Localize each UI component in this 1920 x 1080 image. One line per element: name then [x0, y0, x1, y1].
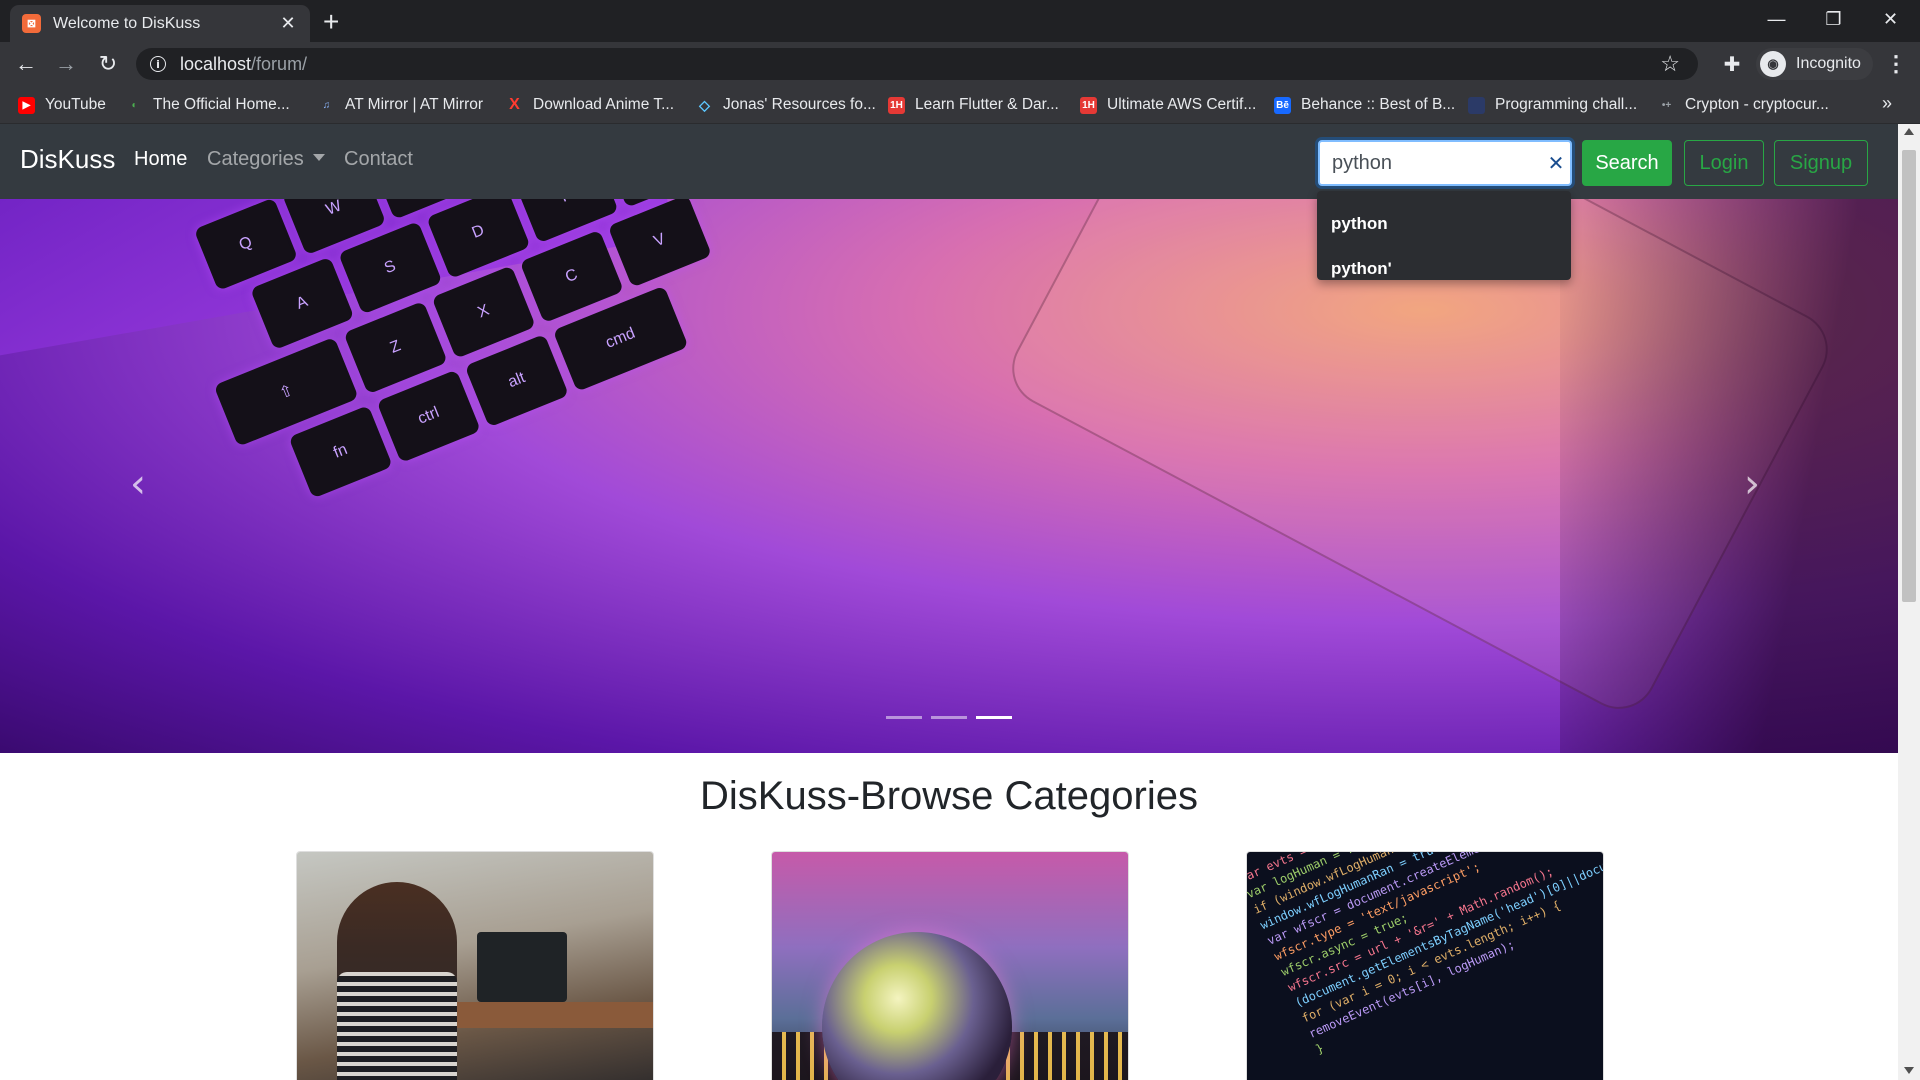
- new-tab-plus-icon[interactable]: +: [323, 6, 339, 38]
- incognito-profile-button[interactable]: ◉ Incognito: [1756, 48, 1873, 80]
- page-viewport: DisKuss Home Categories Contact python ✕…: [0, 124, 1920, 1080]
- carousel-next-icon[interactable]: ›: [1744, 461, 1760, 507]
- bookmark-crypton[interactable]: •+ Crypton - cryptocur...: [1658, 94, 1829, 116]
- bookmark-download-anime[interactable]: X Download Anime T...: [506, 94, 674, 116]
- suggestion-item[interactable]: python: [1317, 201, 1571, 246]
- category-image-code-screen: var evts = "contextmenu dblclick drag dr…: [1247, 852, 1603, 1080]
- table-figure: [457, 1002, 653, 1028]
- tab-close-icon[interactable]: ✕: [278, 13, 298, 34]
- 1h-icon: 1H: [1080, 96, 1097, 114]
- search-input-value: python: [1332, 151, 1393, 174]
- search-input[interactable]: python ✕: [1318, 140, 1572, 186]
- category-card-2[interactable]: [771, 851, 1129, 1080]
- carousel-prev-icon[interactable]: ‹: [130, 461, 146, 507]
- browser-tabstrip: ⊠ Welcome to DisKuss ✕ + — ❐ ✕: [0, 0, 1920, 42]
- info-icon[interactable]: i: [150, 56, 166, 72]
- bookmark-aws-certif[interactable]: 1H Ultimate AWS Certif...: [1080, 94, 1256, 116]
- laptop-keyboard-image: Q W E R T A S D F G ⇧ Z X C V fn ctrl al…: [60, 199, 1104, 738]
- bookmark-label: YouTube: [45, 96, 106, 113]
- restore-icon[interactable]: ❐: [1805, 0, 1862, 38]
- scroll-down-arrow-icon[interactable]: [1904, 1067, 1914, 1074]
- bookmark-label: Crypton - cryptocur...: [1685, 96, 1829, 113]
- bookmark-official-home[interactable]: ◐ The Official Home...: [126, 94, 290, 116]
- diamond-icon: ◇: [699, 96, 710, 113]
- address-bar[interactable]: i localhost/forum/ ☆: [136, 48, 1698, 80]
- bookmark-label: Learn Flutter & Dar...: [915, 96, 1059, 113]
- code-text-image: var evts = "contextmenu dblclick drag dr…: [1247, 852, 1603, 1057]
- category-card-1[interactable]: [296, 851, 654, 1080]
- key: V: [607, 199, 713, 288]
- striped-sweater: [337, 972, 457, 1080]
- 1h-icon: 1H: [888, 96, 905, 114]
- carousel-indicator-1[interactable]: [886, 716, 922, 719]
- nav-home[interactable]: Home: [134, 148, 187, 171]
- bookmark-learn-flutter[interactable]: 1H Learn Flutter & Dar...: [888, 94, 1059, 116]
- carousel-indicator-2[interactable]: [931, 716, 967, 719]
- xampp-favicon-icon: ⊠: [22, 14, 41, 33]
- back-arrow-icon[interactable]: ←: [10, 48, 42, 80]
- site-brand[interactable]: DisKuss: [20, 144, 115, 175]
- suggestion-item[interactable]: python': [1317, 246, 1571, 291]
- crypton-icon: •+: [1661, 99, 1672, 111]
- crystal-sphere: [822, 932, 1012, 1080]
- bookmark-label: Download Anime T...: [533, 96, 675, 113]
- url-path: /forum/: [251, 53, 308, 74]
- search-suggestions-dropdown: python python': [1317, 191, 1571, 280]
- clear-search-icon[interactable]: ✕: [1542, 151, 1570, 175]
- nav-categories-label: Categories: [207, 148, 304, 170]
- bookmark-jonas-resources[interactable]: ◇ Jonas' Resources fo...: [696, 94, 876, 116]
- reload-icon[interactable]: ↻: [92, 48, 124, 80]
- signup-button[interactable]: Signup: [1774, 140, 1868, 186]
- bookmark-label: Behance :: Best of B...: [1301, 96, 1456, 113]
- key: F: [514, 199, 619, 244]
- bookmark-label: Jonas' Resources fo...: [723, 96, 876, 113]
- leaf-icon: ◐: [131, 99, 138, 111]
- category-card-3[interactable]: var evts = "contextmenu dblclick drag dr…: [1246, 851, 1604, 1080]
- forward-arrow-icon[interactable]: →: [50, 48, 82, 80]
- close-window-icon[interactable]: ✕: [1862, 0, 1919, 38]
- scroll-thumb[interactable]: [1902, 150, 1916, 602]
- mirror-icon: ♫: [322, 99, 331, 111]
- bookmark-label: The Official Home...: [153, 96, 290, 113]
- bookmark-behance[interactable]: Bē Behance :: Best of B...: [1274, 94, 1455, 116]
- url-host: localhost: [180, 53, 252, 74]
- square-icon: [1468, 96, 1485, 114]
- scroll-up-arrow-icon[interactable]: [1904, 128, 1914, 135]
- bookmarks-overflow-icon[interactable]: »: [1882, 93, 1892, 114]
- tab-title: Welcome to DisKuss: [53, 14, 201, 32]
- browser-menu-icon[interactable]: ⋮: [1880, 48, 1912, 80]
- bookmark-label: AT Mirror | AT Mirror: [345, 96, 484, 113]
- browser-toolbar: ← → ↻ i localhost/forum/ ☆ ✚ ◉ Incognito…: [0, 42, 1920, 86]
- behance-icon: Bē: [1274, 96, 1291, 114]
- extensions-puzzle-icon[interactable]: ✚: [1716, 48, 1748, 80]
- bookmark-youtube[interactable]: ▶ YouTube: [18, 94, 106, 116]
- page-scrollbar[interactable]: [1898, 124, 1920, 1080]
- minimize-icon[interactable]: —: [1748, 0, 1805, 38]
- bookmark-programming-chall[interactable]: Programming chall...: [1468, 94, 1637, 116]
- search-button[interactable]: Search: [1582, 140, 1672, 186]
- carousel-indicator-3[interactable]: [976, 716, 1012, 719]
- hero-carousel: Q W E R T A S D F G ⇧ Z X C V fn ctrl al…: [0, 199, 1898, 753]
- bookmark-star-icon[interactable]: ☆: [1660, 51, 1680, 77]
- category-image-crystal-ball: [772, 852, 1128, 1080]
- incognito-icon: ◉: [1760, 51, 1786, 77]
- laptop-figure: [477, 932, 567, 1002]
- bookmark-label: Programming chall...: [1495, 96, 1638, 113]
- bookmark-label: Ultimate AWS Certif...: [1107, 96, 1257, 113]
- x-icon: X: [509, 96, 520, 113]
- nav-contact[interactable]: Contact: [344, 148, 413, 171]
- browser-tab[interactable]: ⊠ Welcome to DisKuss ✕: [10, 5, 310, 42]
- category-image-woman-laptop: [297, 852, 653, 1080]
- youtube-icon: ▶: [18, 96, 35, 114]
- categories-heading: DisKuss-Browse Categories: [700, 774, 1198, 818]
- site-navbar: DisKuss Home Categories Contact python ✕…: [0, 124, 1898, 199]
- incognito-label: Incognito: [1796, 55, 1861, 72]
- bookmarks-bar: ▶ YouTube ◐ The Official Home... ♫ AT Mi…: [0, 86, 1920, 124]
- bookmark-at-mirror[interactable]: ♫ AT Mirror | AT Mirror: [318, 94, 483, 116]
- nav-categories-dropdown[interactable]: Categories: [207, 148, 325, 171]
- caret-down-icon: [312, 154, 325, 162]
- laptop-edge-shadow: [1560, 199, 1898, 753]
- login-button[interactable]: Login: [1684, 140, 1764, 186]
- key: D: [426, 199, 531, 279]
